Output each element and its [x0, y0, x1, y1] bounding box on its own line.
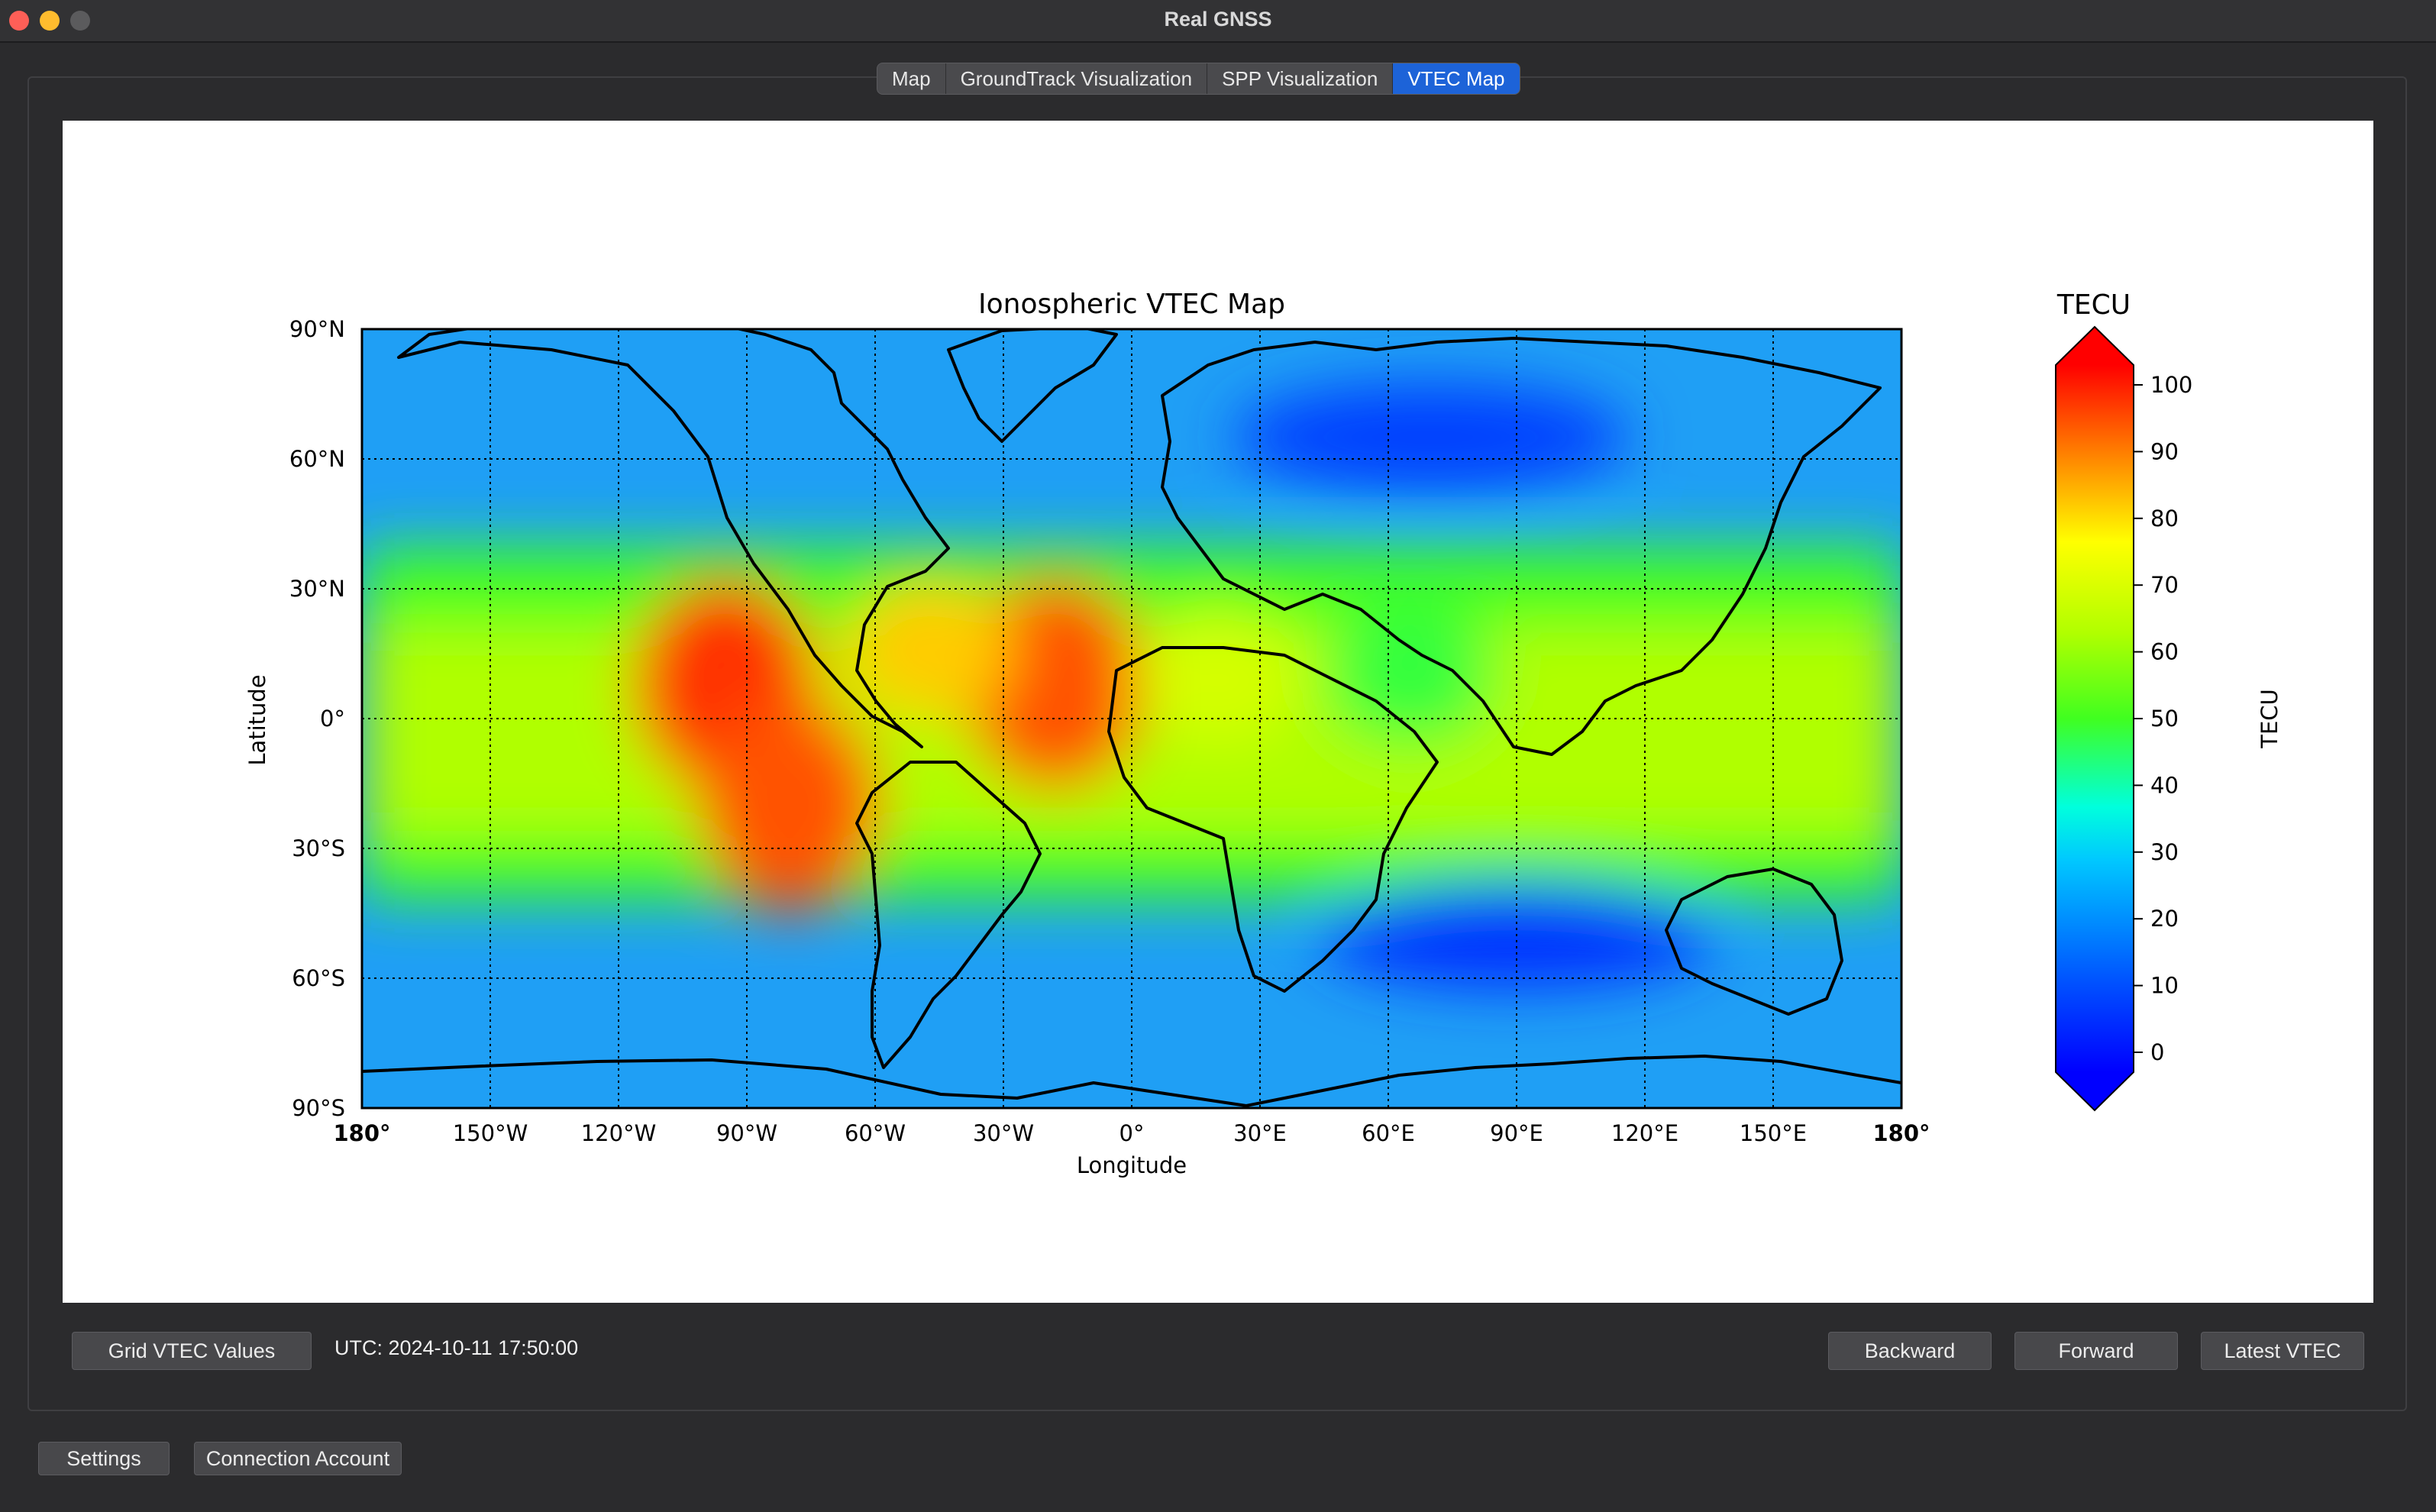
colorbar-tick-label: 70: [2150, 572, 2179, 598]
y-tick-label: 60°S: [292, 965, 345, 991]
x-tick-label: 30°E: [1233, 1120, 1287, 1146]
x-tick-label: 60°W: [845, 1120, 906, 1146]
connection-account-button[interactable]: Connection Account: [194, 1442, 402, 1475]
colorbar-tick-label: 90: [2150, 438, 2179, 464]
colorbar-tick-label: 60: [2150, 639, 2179, 665]
colorbar-tick-label: 0: [2150, 1039, 2164, 1065]
window-title: Real GNSS: [1164, 8, 1272, 31]
grid-vtec-values-button[interactable]: Grid VTEC Values: [72, 1332, 312, 1370]
x-tick-label: 120°E: [1611, 1120, 1678, 1146]
vtec-minimum-0: [1233, 383, 1630, 491]
y-tick-label: 90°S: [292, 1095, 345, 1121]
x-axis-label: Longitude: [1077, 1152, 1187, 1178]
vtec-peak-4: [1133, 606, 1301, 745]
vtec-peak-5: [1326, 606, 1494, 745]
utc-timestamp: UTC: 2024-10-11 17:50:00: [334, 1336, 579, 1359]
vtec-peak-1: [698, 698, 881, 913]
colorbar-tick-label: 10: [2150, 973, 2179, 999]
x-tick-label: 120°W: [581, 1120, 657, 1146]
x-tick-label: 90°W: [716, 1120, 777, 1146]
colorbar-extend-bottom: [2056, 1072, 2134, 1110]
x-tick-label: 60°E: [1362, 1120, 1415, 1146]
colorbar: [2056, 365, 2134, 1072]
tab-vtec-map[interactable]: VTEC Map: [1393, 63, 1520, 94]
colorbar-ticks: 0 10 20 30 40 50 60 70 80 90 100: [2134, 372, 2192, 1065]
colorbar-title: TECU: [2056, 289, 2131, 321]
x-tick-label: 0°: [1119, 1120, 1145, 1146]
colorbar-tick-label: 20: [2150, 906, 2179, 932]
latest-vtec-button[interactable]: Latest VTEC: [2201, 1332, 2364, 1370]
forward-button[interactable]: Forward: [2014, 1332, 2178, 1370]
tab-spp-visualization[interactable]: SPP Visualization: [1207, 63, 1394, 94]
tab-map[interactable]: Map: [877, 63, 946, 94]
backward-button[interactable]: Backward: [1828, 1332, 1992, 1370]
colorbar-label: TECU: [2257, 689, 2283, 749]
tab-bar: Map GroundTrack Visualization SPP Visual…: [877, 63, 1520, 95]
x-tick-label: 180°: [333, 1120, 390, 1146]
y-tick-label: 30°S: [292, 835, 345, 861]
plot-canvas: Ionospheric VTEC Map 180° 150°W 120°W 90°W 6…: [63, 121, 2373, 1303]
x-tick-label: 180°: [1872, 1120, 1930, 1146]
x-tick-label: 150°W: [453, 1120, 528, 1146]
y-tick-label: 60°N: [289, 446, 345, 472]
colorbar-extend-top: [2056, 327, 2134, 365]
settings-button[interactable]: Settings: [38, 1442, 170, 1475]
colorbar-tick-label: 50: [2150, 706, 2179, 732]
vtec-chart: Ionospheric VTEC Map 180° 150°W 120°W 90°W 6…: [244, 289, 2283, 1178]
x-tick-label: 150°E: [1740, 1120, 1807, 1146]
x-tick-label: 30°W: [973, 1120, 1034, 1146]
colorbar-tick-label: 80: [2150, 506, 2179, 531]
colorbar-tick-label: 30: [2150, 839, 2179, 865]
x-tick-labels: 180° 150°W 120°W 90°W 60°W 30°W 0° 30°E 60°E 90°E…: [333, 1120, 1930, 1146]
x-tick-label: 90°E: [1490, 1120, 1543, 1146]
y-tick-label: 90°N: [289, 316, 345, 342]
tab-groundtrack-visualization[interactable]: GroundTrack Visualization: [946, 63, 1208, 94]
chart-title: Ionospheric VTEC Map: [978, 289, 1285, 320]
y-tick-labels: 90°N 60°N 30°N 0° 30°S 60°S 90°S: [289, 316, 345, 1121]
y-tick-label: 0°: [320, 706, 345, 732]
title-bar: Real GNSS: [0, 0, 2436, 43]
colorbar-tick-label: 100: [2150, 372, 2192, 398]
colorbar-tick-label: 40: [2150, 772, 2179, 798]
y-tick-label: 30°N: [289, 576, 345, 602]
y-axis-label: Latitude: [244, 674, 270, 765]
